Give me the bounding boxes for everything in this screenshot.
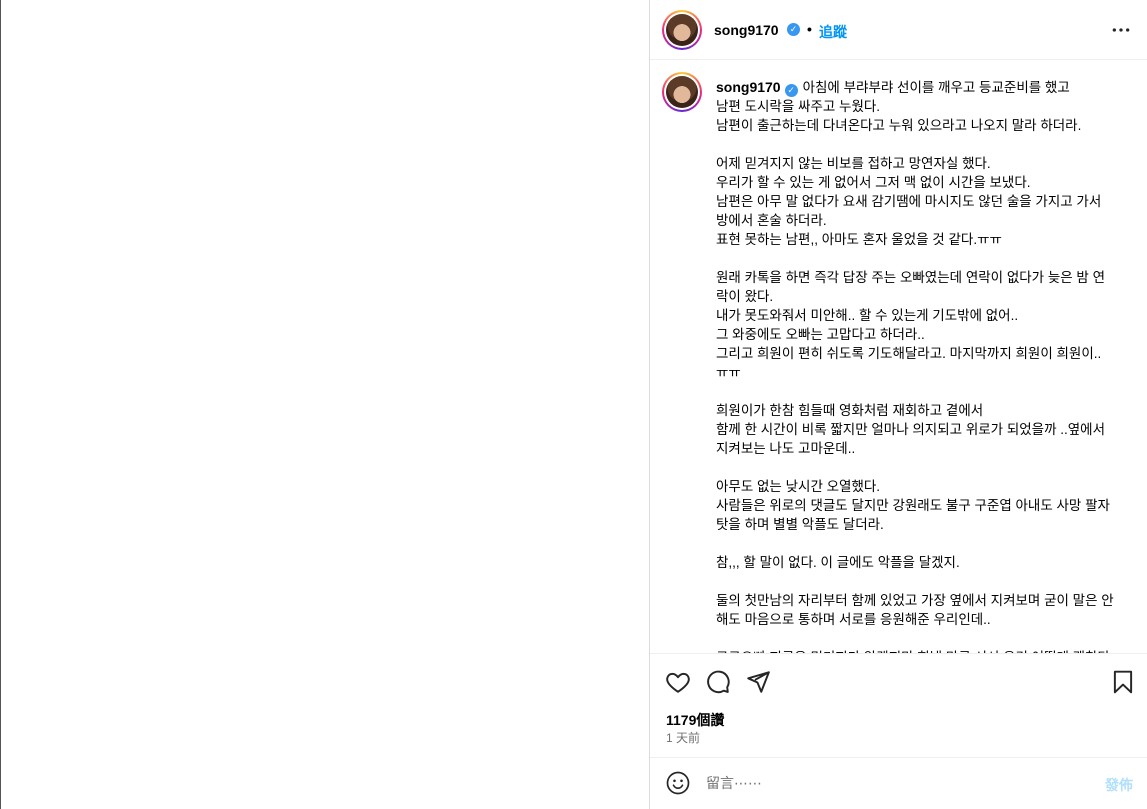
caption-username[interactable]: song9170 xyxy=(716,79,781,95)
verified-badge-icon: ✓ xyxy=(787,23,800,36)
caption-area: song9170 ✓ 아침에 부랴부랴 선이를 깨우고 등교준비를 했고 남편 도시… xyxy=(650,61,1147,653)
avatar[interactable] xyxy=(662,10,702,50)
comment-bar: 發佈 xyxy=(650,758,1147,809)
post-actions: 1179個讚 1 天前 xyxy=(650,653,1147,758)
comment-input[interactable] xyxy=(706,772,1086,794)
header-username[interactable]: song9170 xyxy=(714,22,779,38)
post-side-panel: song9170 ✓ • 追蹤 song9170 ✓ 아침에 부랴부랴 선이를 깨우… xyxy=(650,0,1147,809)
caption: song9170 ✓ 아침에 부랴부랴 선이를 깨우고 등교준비를 했고 남편 도시… xyxy=(716,78,1116,653)
comment-bubble-icon[interactable] xyxy=(705,669,731,695)
save-bookmark-icon[interactable] xyxy=(1110,669,1136,695)
share-send-icon[interactable] xyxy=(745,669,771,695)
verified-badge-icon: ✓ xyxy=(784,84,798,97)
like-count[interactable]: 1179個讚 xyxy=(666,710,724,730)
post-header: song9170 ✓ • 追蹤 xyxy=(650,0,1147,60)
emoji-icon[interactable] xyxy=(666,771,690,795)
dot-separator: • xyxy=(807,21,812,37)
caption-avatar[interactable] xyxy=(662,72,702,112)
post-time[interactable]: 1 天前 xyxy=(666,729,700,746)
like-heart-icon[interactable] xyxy=(665,669,691,695)
post-image-area xyxy=(0,0,650,809)
more-options-icon[interactable] xyxy=(1111,20,1131,40)
follow-button[interactable]: 追蹤 xyxy=(819,22,847,42)
post-comment-button[interactable]: 發佈 xyxy=(1105,775,1133,795)
caption-text: 아침에 부랴부랴 선이를 깨우고 등교준비를 했고 남편 도시락을 싸주고 누웠… xyxy=(716,80,1114,653)
